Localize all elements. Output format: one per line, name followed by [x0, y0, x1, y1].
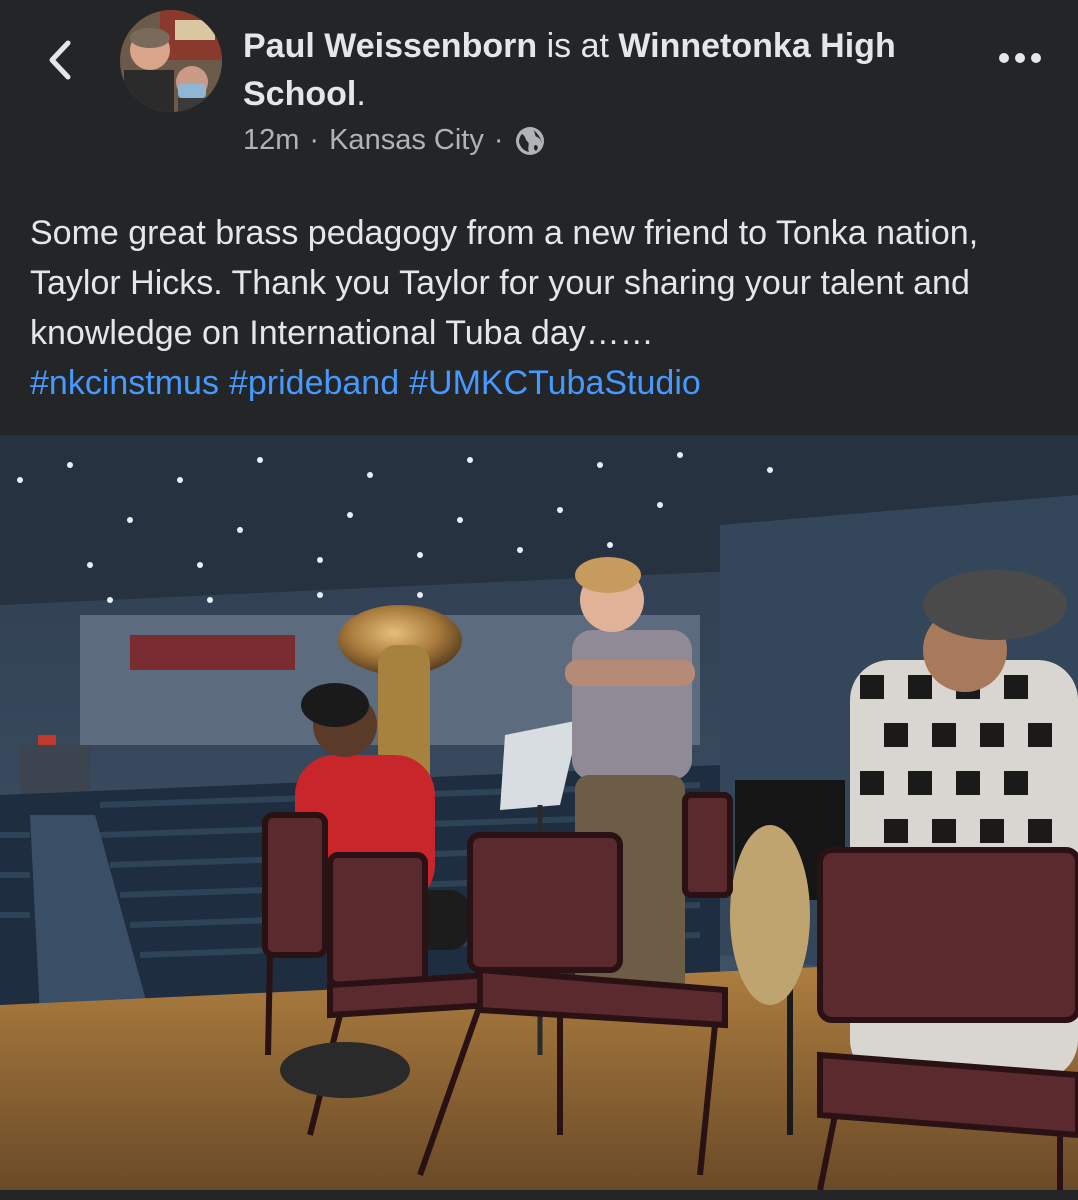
- meta-separator: ·: [309, 124, 320, 156]
- hashtag-link[interactable]: #UMKCTubaStudio: [409, 364, 701, 402]
- hashtag-link[interactable]: #prideband: [229, 364, 399, 402]
- post-title: Paul Weissenborn is at Winnetonka High S…: [243, 22, 903, 118]
- post-photo[interactable]: [0, 435, 1078, 1190]
- post-meta: 12m · Kansas City ·: [243, 124, 903, 157]
- hashtag-link[interactable]: #nkcinstmus: [30, 364, 219, 402]
- post-location[interactable]: Kansas City: [329, 124, 484, 157]
- title-trailing: .: [356, 75, 366, 113]
- globe-icon: [514, 125, 546, 157]
- back-button[interactable]: [36, 38, 84, 86]
- more-horizontal-icon: [998, 51, 1042, 69]
- more-options-button[interactable]: [990, 40, 1050, 80]
- hashtag-list: #nkcinstmus #prideband #UMKCTubaStudio: [30, 358, 1050, 408]
- avatar[interactable]: [120, 10, 222, 112]
- post-header: Paul Weissenborn is at Winnetonka High S…: [243, 22, 903, 157]
- post-body: Some great brass pedagogy from a new fri…: [30, 208, 1050, 408]
- title-connector: is at: [537, 27, 619, 65]
- author-name[interactable]: Paul Weissenborn: [243, 27, 537, 65]
- post-time[interactable]: 12m: [243, 124, 299, 157]
- avatar-photo: [120, 10, 222, 112]
- rehearsal-photo: [0, 435, 1078, 1190]
- chevron-left-icon: [44, 39, 76, 86]
- post-message: Some great brass pedagogy from a new fri…: [30, 214, 979, 352]
- meta-separator-2: ·: [493, 124, 504, 156]
